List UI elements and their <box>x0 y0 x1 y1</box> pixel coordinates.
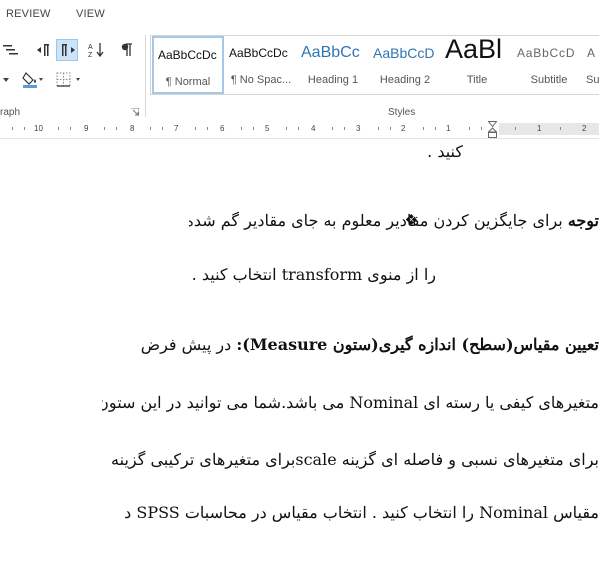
rtl-direction-icon[interactable] <box>56 39 78 61</box>
styles-gallery: AaBbCcDc ¶ Normal AaBbCcDc ¶ No Spac... … <box>150 35 599 95</box>
ruler-number: 7 <box>174 124 179 133</box>
svg-text:Z: Z <box>88 52 93 58</box>
style-title[interactable]: AaBl Title <box>441 36 513 94</box>
style-heading-1-preview: AaBbCc <box>301 44 360 61</box>
ruler-number: 3 <box>356 124 361 133</box>
heading-paragraph: تعیین مقیاس(سطح) اندازه گیری(ستون Measur… <box>102 335 599 354</box>
style-no-spacing[interactable]: AaBbCcDc ¶ No Spac... <box>225 36 297 94</box>
ruler-number: 1 <box>446 124 451 133</box>
style-subtle-preview: A <box>587 46 596 60</box>
ruler-tick <box>378 127 379 130</box>
doc-line-1: کنید . <box>427 142 463 161</box>
ruler-tick <box>344 127 345 130</box>
ruler-tick <box>12 127 13 130</box>
style-subtitle[interactable]: AaBbCcD Subtitle <box>513 36 585 94</box>
style-heading-1[interactable]: AaBbCc Heading 1 <box>297 36 369 94</box>
heading-bold-text: تعیین مقیاس(سطح) اندازه گیری(ستون Measur… <box>236 335 599 354</box>
doc-line-5: متغیرهای کیفی یا رسته ای Nominal می باشد… <box>102 393 599 412</box>
styles-group-label: Styles <box>388 107 416 118</box>
doc-line-6: برای متغیرهای نسبی و فاصله ای گزینه scal… <box>111 450 599 469</box>
ruler-number: 10 <box>34 124 43 133</box>
ruler-tick <box>298 127 299 130</box>
style-no-spacing-name: ¶ No Spac... <box>230 74 292 86</box>
dialog-launcher-icon[interactable] <box>130 107 140 117</box>
style-heading-2-name: Heading 2 <box>379 74 431 86</box>
ruler-number: 4 <box>311 124 316 133</box>
ruler-tick <box>286 127 287 130</box>
style-normal-preview: AaBbCcDc <box>158 48 217 62</box>
multilevel-list-icon[interactable] <box>0 39 22 61</box>
ruler-tick <box>195 127 196 130</box>
ruler-number: 8 <box>130 124 135 133</box>
doc-line-3: را از منوی transform انتخاب کنید . <box>191 265 436 284</box>
ruler-tick <box>116 127 117 130</box>
ruler-tick <box>469 127 470 130</box>
style-no-spacing-preview: AaBbCcDc <box>229 46 288 60</box>
ruler-number: 5 <box>265 124 270 133</box>
ruler-tick <box>515 127 516 130</box>
ruler-tick <box>24 127 25 130</box>
note-paragraph: توجه برای جایگزین کردن مقادیر معلوم به ج… <box>189 211 599 230</box>
ruler-tick <box>150 127 151 130</box>
note-bold-word: توجه <box>567 211 599 230</box>
ltr-direction-icon[interactable] <box>34 39 56 61</box>
ribbon-tab-strip: REVIEW VIEW <box>0 0 599 28</box>
style-title-preview: AaBl <box>445 36 503 64</box>
document-page[interactable]: کنید . ❖ توجه برای جایگزین کردن مقادیر م… <box>0 139 599 565</box>
svg-text:A: A <box>88 44 93 51</box>
doc-line-7: مقیاس Nominal را انتخاب کنید . انتخاب مق… <box>124 503 599 522</box>
ribbon: AZ raph AaBbCcDc ¶ Normal AaBbCcDc ¶ No … <box>0 28 599 122</box>
shading-icon[interactable] <box>20 69 46 91</box>
paragraph-group-label: raph <box>0 107 21 118</box>
ruler-tick <box>390 127 391 130</box>
style-subtitle-preview: AaBbCcD <box>517 46 576 60</box>
note-text: برای جایگزین کردن مقادیر معلوم به جای مق… <box>189 211 568 230</box>
ruler-tick <box>481 127 482 130</box>
ruler-tick <box>423 127 424 130</box>
ruler-tick <box>162 127 163 130</box>
ruler-tick <box>253 127 254 130</box>
ruler-number: 9 <box>84 124 89 133</box>
tab-view[interactable]: VIEW <box>76 8 105 20</box>
ruler-tick <box>560 127 561 130</box>
ruler-number: 2 <box>401 124 406 133</box>
dropdown-arrow-icon[interactable] <box>0 69 12 91</box>
style-subtitle-name: Subtitle <box>530 74 568 86</box>
ruler-tick <box>58 127 59 130</box>
ruler-tick <box>104 127 105 130</box>
paragraph-group: AZ raph <box>0 29 143 121</box>
heading-rest-text: در پیش فرض <box>140 335 237 354</box>
horizontal-ruler[interactable]: 10 9 8 7 6 5 4 3 2 1 1 2 <box>0 121 599 139</box>
ruler-tick <box>332 127 333 130</box>
ruler-tick <box>241 127 242 130</box>
style-heading-1-name: Heading 1 <box>307 74 359 86</box>
style-subtle-emphasis[interactable]: A Su <box>585 36 599 94</box>
ruler-number: 2 <box>582 124 587 133</box>
ruler-tick <box>207 127 208 130</box>
group-divider <box>145 35 146 117</box>
ruler-number: 6 <box>220 124 225 133</box>
borders-icon[interactable] <box>54 69 84 91</box>
style-subtle-name: Su <box>586 74 599 86</box>
sort-icon[interactable]: AZ <box>86 39 108 61</box>
tab-review[interactable]: REVIEW <box>6 8 51 20</box>
ruler-tick <box>435 127 436 130</box>
style-normal[interactable]: AaBbCcDc ¶ Normal <box>152 36 224 94</box>
style-heading-2-preview: AaBbCcD <box>373 45 435 61</box>
style-heading-2[interactable]: AaBbCcD Heading 2 <box>369 36 441 94</box>
style-title-name: Title <box>466 74 488 86</box>
style-normal-name: ¶ Normal <box>165 76 211 88</box>
ruler-number: 1 <box>537 124 542 133</box>
ruler-tick <box>70 127 71 130</box>
show-formatting-marks-icon[interactable] <box>116 39 138 61</box>
